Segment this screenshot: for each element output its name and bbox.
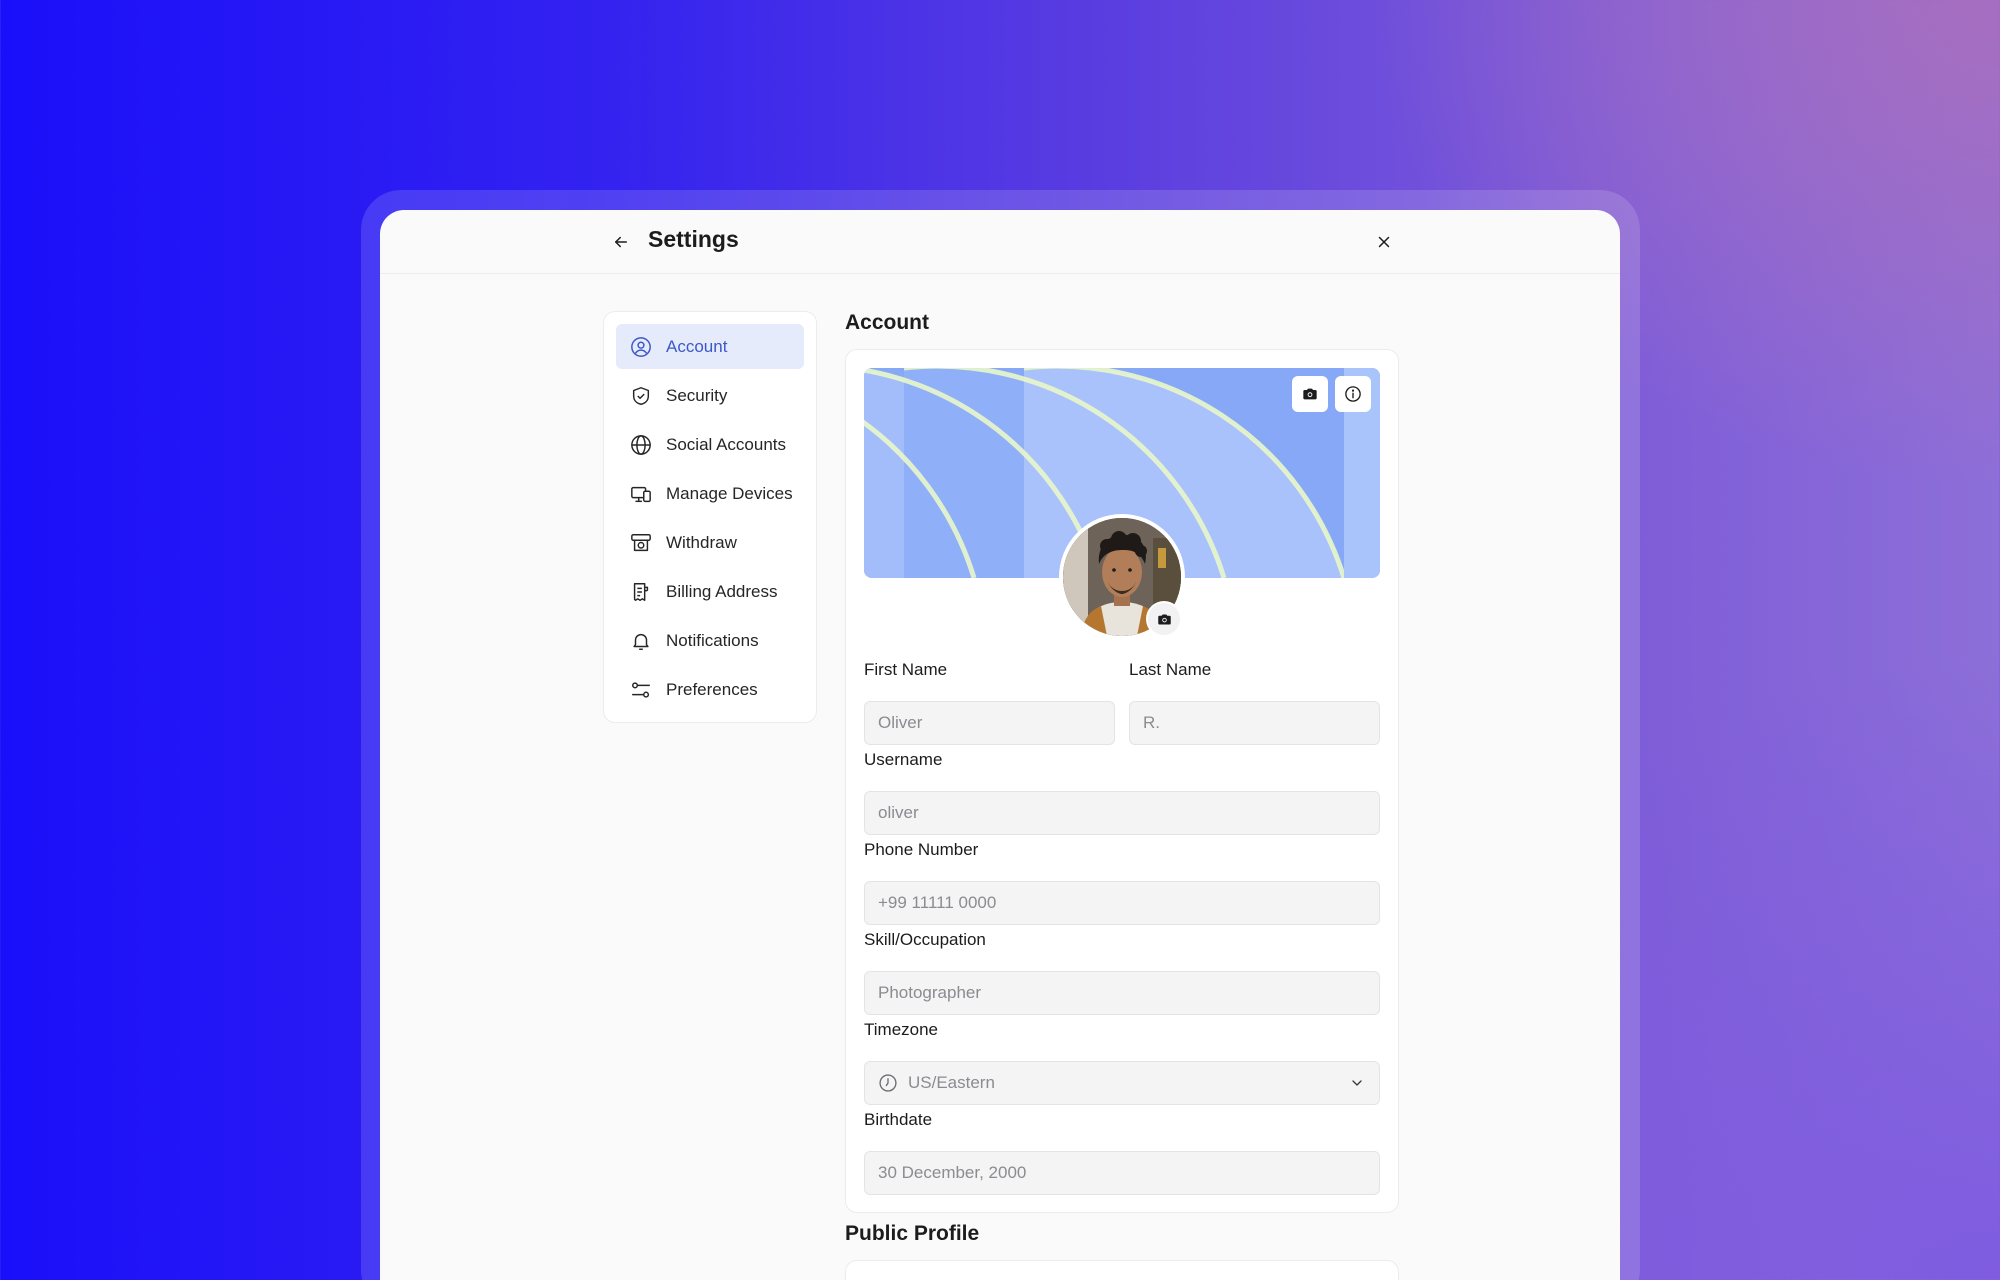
- bell-icon: [630, 630, 652, 652]
- sidebar-item-label: Notifications: [666, 630, 759, 650]
- skill-label: Skill/Occupation: [864, 930, 986, 949]
- sidebar-item-security[interactable]: Security: [616, 373, 804, 418]
- phone-number-value: +99 11111 0000: [878, 893, 997, 912]
- sidebar-item-label: Billing Address: [666, 581, 778, 601]
- public-profile-section-title: Public Profile: [845, 1222, 980, 1245]
- last-name-field[interactable]: R.: [1129, 701, 1380, 745]
- avatar: [1059, 514, 1185, 640]
- top-bar: Settings: [380, 210, 1620, 274]
- user-circle-icon: [630, 336, 652, 358]
- globe-icon: [630, 434, 652, 456]
- sidebar-item-notifications[interactable]: Notifications: [616, 618, 804, 663]
- phone-number-label: Phone Number: [864, 840, 979, 859]
- birthdate-label: Birthdate: [864, 1110, 933, 1129]
- arrow-left-icon: [612, 233, 630, 251]
- camera-icon: [1302, 386, 1318, 402]
- birthdate-value: 30 December, 2000: [878, 1163, 1027, 1182]
- timezone-label: Timezone: [864, 1020, 939, 1039]
- shield-check-icon: [630, 385, 652, 407]
- first-name-field[interactable]: Oliver: [864, 701, 1115, 745]
- page-title: Settings: [648, 226, 739, 252]
- back-button[interactable]: [607, 228, 635, 256]
- change-cover-button[interactable]: [1292, 376, 1328, 412]
- info-icon: [1344, 385, 1362, 403]
- chevron-down-icon: [1349, 1075, 1365, 1091]
- last-name-value: R.: [1143, 713, 1160, 732]
- cover-info-button[interactable]: [1335, 376, 1371, 412]
- sidebar-item-billing-address[interactable]: Billing Address: [616, 569, 804, 614]
- public-profile-card: [845, 1260, 1399, 1280]
- username-value: oliver: [878, 803, 919, 822]
- sidebar-item-withdraw[interactable]: Withdraw: [616, 520, 804, 565]
- timezone-value: US/Eastern: [908, 1073, 995, 1092]
- close-button[interactable]: [1370, 228, 1398, 256]
- sidebar-item-account[interactable]: Account: [616, 324, 804, 369]
- first-name-value: Oliver: [878, 713, 923, 732]
- sidebar-item-preferences[interactable]: Preferences: [616, 667, 804, 712]
- account-card: First Name Oliver Last Name R. Username …: [845, 349, 1399, 1213]
- withdraw-icon: [630, 532, 652, 554]
- account-section-title: Account: [845, 311, 929, 334]
- change-avatar-button[interactable]: [1146, 601, 1182, 637]
- timezone-select[interactable]: US/Eastern: [864, 1061, 1380, 1105]
- clock-icon: [878, 1073, 898, 1093]
- sliders-icon: [630, 679, 652, 701]
- first-name-label: First Name: [864, 660, 948, 679]
- sidebar-item-social-accounts[interactable]: Social Accounts: [616, 422, 804, 467]
- sidebar-item-manage-devices[interactable]: Manage Devices: [616, 471, 804, 516]
- settings-sidebar: Account Security Social Accounts Manage …: [603, 311, 817, 723]
- settings-window: Settings Account Security Social Account…: [380, 210, 1620, 1280]
- sidebar-item-label: Security: [666, 385, 728, 405]
- last-name-label: Last Name: [1129, 660, 1212, 679]
- birthdate-field[interactable]: 30 December, 2000: [864, 1151, 1380, 1195]
- username-label: Username: [864, 750, 943, 769]
- phone-number-field[interactable]: +99 11111 0000: [864, 881, 1380, 925]
- devices-icon: [630, 483, 652, 505]
- close-icon: [1375, 233, 1393, 251]
- camera-icon: [1157, 612, 1172, 627]
- username-field[interactable]: oliver: [864, 791, 1380, 835]
- sidebar-item-label: Social Accounts: [666, 434, 787, 454]
- sidebar-item-label: Account: [666, 336, 728, 356]
- sidebar-item-label: Manage Devices: [666, 483, 793, 503]
- skill-value: Photographer: [878, 983, 982, 1002]
- sidebar-item-label: Preferences: [666, 679, 758, 699]
- skill-field[interactable]: Photographer: [864, 971, 1380, 1015]
- sidebar-item-label: Withdraw: [666, 532, 737, 552]
- receipt-icon: [630, 581, 652, 603]
